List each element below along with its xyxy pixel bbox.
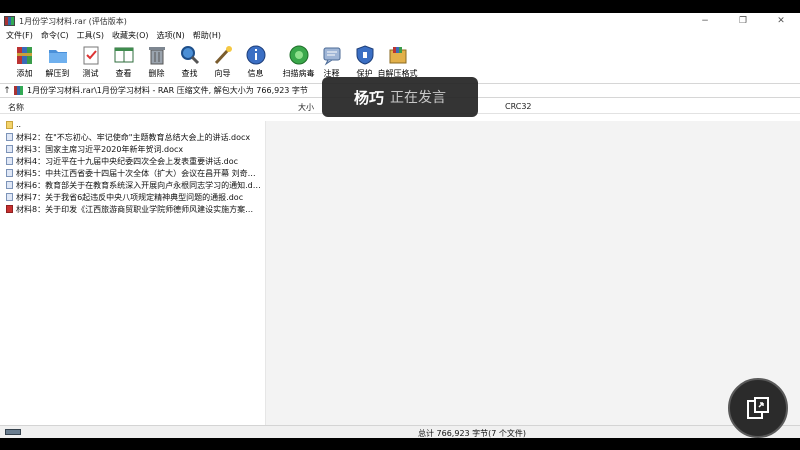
document-file-icon bbox=[6, 145, 13, 153]
empty-list-area bbox=[265, 121, 800, 426]
add-button[interactable]: 添加 bbox=[8, 42, 41, 82]
column-name-header[interactable]: 名称 bbox=[8, 102, 24, 113]
parent-folder-icon bbox=[6, 121, 13, 129]
drive-icon[interactable] bbox=[5, 429, 21, 435]
pdf-file-icon bbox=[6, 205, 13, 213]
menu-file[interactable]: 文件(F) bbox=[6, 30, 33, 41]
wizard-wand-icon bbox=[212, 44, 234, 66]
status-bar: 总计 766,923 字节(7 个文件) bbox=[0, 425, 800, 438]
screen-share-icon bbox=[747, 397, 769, 419]
speaker-name: 杨巧 bbox=[353, 88, 384, 107]
document-file-icon bbox=[6, 181, 13, 189]
test-button[interactable]: 测试 bbox=[74, 42, 107, 82]
file-name: 材料5：中共江西省委十四届十次全体（扩大）会议在昌开幕 刘奇作工作... bbox=[16, 169, 261, 178]
file-name: 材料3：国家主席习近平2020年新年贺词.docx bbox=[16, 145, 184, 154]
document-file-icon bbox=[6, 193, 13, 201]
toolbar: 添加 解压到 测试 查看 删除 查找 向导 信息 扫描病毒 注释 保护 自解压格… bbox=[0, 42, 800, 82]
comment-button[interactable]: 注释 bbox=[315, 42, 348, 82]
up-folder-button[interactable]: ↑ bbox=[0, 86, 14, 96]
info-label: 信息 bbox=[247, 69, 264, 78]
view-book-icon bbox=[113, 44, 135, 66]
find-button[interactable]: 查找 bbox=[173, 42, 206, 82]
info-icon bbox=[245, 44, 267, 66]
delete-label: 删除 bbox=[148, 69, 165, 78]
trash-icon bbox=[146, 44, 168, 66]
file-name: 材料8：关于印发《江西旅游商贸职业学院师德师风建设实施方案》的通... bbox=[16, 205, 261, 214]
screen-share-button[interactable] bbox=[728, 378, 788, 438]
view-label: 查看 bbox=[115, 69, 132, 78]
file-name: 材料4：习近平在十九届中央纪委四次全会上发表重要讲话.doc bbox=[16, 157, 239, 166]
speaker-indicator: 杨巧 正在发言 bbox=[322, 77, 478, 117]
virus-scan-label: 扫描病毒 bbox=[282, 69, 315, 78]
close-button[interactable]: ✕ bbox=[762, 13, 800, 29]
rar-archive-icon bbox=[14, 86, 23, 95]
document-file-icon bbox=[6, 169, 13, 177]
column-crc-header[interactable]: CRC32 bbox=[505, 102, 532, 111]
menu-bar: 文件(F) 命令(C) 工具(S) 收藏夹(O) 选项(N) 帮助(H) bbox=[0, 29, 800, 41]
magnifier-icon bbox=[179, 44, 201, 66]
column-size-header[interactable]: 大小 bbox=[298, 102, 314, 113]
test-label: 测试 bbox=[82, 69, 99, 78]
info-button[interactable]: 信息 bbox=[239, 42, 272, 82]
maximize-button[interactable]: ❐ bbox=[724, 13, 762, 29]
add-label: 添加 bbox=[16, 69, 33, 78]
test-icon bbox=[80, 44, 102, 66]
menu-commands[interactable]: 命令(C) bbox=[41, 30, 69, 41]
view-button[interactable]: 查看 bbox=[107, 42, 140, 82]
menu-favorites[interactable]: 收藏夹(O) bbox=[112, 30, 149, 41]
window-controls: − ❐ ✕ bbox=[686, 13, 800, 29]
menu-help[interactable]: 帮助(H) bbox=[193, 30, 221, 41]
shield-icon bbox=[354, 44, 376, 66]
extract-to-button[interactable]: 解压到 bbox=[41, 42, 74, 82]
wizard-label: 向导 bbox=[214, 69, 231, 78]
file-name: 材料6：教育部关于在教育系统深入开展向卢永根同志学习的通知.doc bbox=[16, 181, 261, 190]
title-bar: 1月份学习材料.rar (评估版本) − ❐ ✕ bbox=[0, 13, 800, 29]
minimize-button[interactable]: − bbox=[686, 13, 724, 29]
document-file-icon bbox=[6, 157, 13, 165]
wizard-button[interactable]: 向导 bbox=[206, 42, 239, 82]
extract-to-label: 解压到 bbox=[45, 69, 70, 78]
winrar-logo-icon bbox=[4, 16, 15, 26]
window-title: 1月份学习材料.rar (评估版本) bbox=[19, 16, 127, 26]
virus-scan-icon bbox=[288, 44, 310, 66]
file-name: 材料2：在"不忘初心、牢记使命"主题教育总结大会上的讲话.docx bbox=[16, 133, 251, 142]
file-name: 材料7：关于我省6起违反中央八项规定精神典型问题的通报.doc bbox=[16, 193, 244, 202]
comment-icon bbox=[321, 44, 343, 66]
menu-tools[interactable]: 工具(S) bbox=[77, 30, 104, 41]
extract-folder-icon bbox=[47, 44, 69, 66]
speaker-status: 正在发言 bbox=[390, 90, 446, 106]
address-path[interactable]: 1月份学习材料.rar\1月份学习材料 - RAR 压缩文件, 解包大小为 76… bbox=[27, 85, 308, 96]
menu-options[interactable]: 选项(N) bbox=[157, 30, 185, 41]
protect-button[interactable]: 保护 bbox=[348, 42, 381, 82]
delete-button[interactable]: 删除 bbox=[140, 42, 173, 82]
sfx-button[interactable]: 自解压格式 bbox=[378, 42, 418, 82]
add-archive-icon bbox=[14, 44, 36, 66]
document-file-icon bbox=[6, 133, 13, 141]
find-label: 查找 bbox=[181, 69, 198, 78]
virus-scan-button[interactable]: 扫描病毒 bbox=[282, 42, 315, 82]
file-name: .. bbox=[16, 120, 22, 129]
sfx-icon bbox=[387, 44, 409, 66]
status-text: 总计 766,923 字节(7 个文件) bbox=[418, 429, 527, 438]
